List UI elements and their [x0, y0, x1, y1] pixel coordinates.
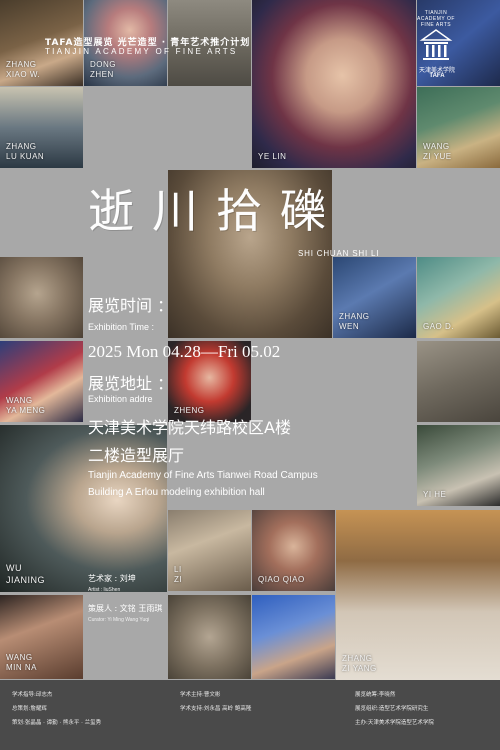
address-label-cn: 展览地址 ：	[88, 374, 174, 393]
artist-caption: WANG YA MENG	[6, 396, 45, 416]
artist-name: WEN	[339, 322, 360, 331]
artist-caption: WU JIANING	[6, 562, 45, 586]
curator-credit: 策展人 : 文铭 王雨琪	[88, 604, 163, 613]
artist-caption: GAO D.	[423, 322, 454, 332]
artist-caption: ZHANG ZI YANG	[342, 654, 377, 674]
artwork-portrait-gao: GAO D.	[417, 257, 500, 338]
artist-name: JIANING	[6, 575, 46, 585]
artwork-portrait-yi-he: YI HE	[417, 425, 500, 506]
artist-name: ZI YANG	[342, 664, 377, 673]
footer-credit: 学术指导:邱志杰	[12, 692, 53, 698]
artist-caption: YI HE	[423, 490, 446, 500]
artist-name: YI HE	[423, 490, 447, 499]
artist-credit: 艺术家 : 刘坤	[88, 574, 136, 583]
artist-name: ZHANG	[342, 654, 373, 663]
footer-credits: 学术指导:邱志杰 总策划:詹耀辉 策划:张晶晶 · 谭勤 · 熊永平 · 兰玺秀…	[0, 680, 500, 750]
artist-name: LU KUAN	[6, 152, 45, 161]
artist-credit-en: Artist : liuShen	[88, 587, 121, 593]
artist-name: WANG	[6, 396, 33, 405]
logo-abbr: TAFA	[429, 73, 445, 79]
footer-credit: 总策划:詹耀辉	[12, 706, 47, 712]
artist-name: ZHANG	[6, 142, 37, 151]
artwork-portrait-qiao-qiao: QIAO QIAO	[252, 510, 335, 591]
footer-credit: 主办:天津美术学院造型艺术学院	[355, 720, 434, 726]
artist-caption: ZHANG WEN	[339, 312, 370, 332]
academy-building-icon	[419, 29, 453, 60]
artwork-portrait-zhang-wen: ZHANG WEN	[333, 257, 416, 338]
artist-name: ZI	[174, 575, 183, 584]
artist-caption: DONG ZHEN	[90, 60, 116, 80]
artist-name: XIAO W.	[6, 70, 41, 79]
address-en-line2: Building A Erlou modeling exhibition hal…	[88, 487, 265, 498]
footer-credit: 学术主持:曹文彬	[180, 692, 221, 698]
artist-caption: ZHANG XIAO W.	[6, 60, 40, 80]
artist-caption: YE LIN	[258, 152, 286, 162]
footer-credit: 展览统筹:李晓然	[355, 692, 396, 698]
artist-name: LI	[174, 565, 182, 574]
artist-name: ZHANG	[339, 312, 370, 321]
artwork-portrait-zhang-zi-yang: ZHANG ZI YANG	[336, 510, 500, 680]
artwork-sculpture-profile	[417, 341, 500, 422]
artist-name: YE LIN	[258, 152, 287, 161]
artwork-sculpture-bust	[0, 257, 83, 338]
artist-name: ZHEN	[90, 70, 114, 79]
tafa-logo: TIANJIN ACADEMY OF FINE ARTS 天津美术学院 TAFA	[410, 10, 462, 80]
series-title-en: TIANJIN ACADEMY OF FINE ARTS	[45, 47, 238, 56]
time-label-cn: 展览时间 ：	[88, 296, 174, 315]
artist-caption: WANG ZI YUE	[423, 142, 452, 162]
artist-name: QIAO QIAO	[258, 575, 305, 584]
artwork-portrait-wang-ya-meng: WANG YA MENG	[0, 341, 83, 422]
artist-caption: WANG MIN NA	[6, 653, 37, 673]
artist-name: WU	[6, 563, 22, 573]
artist-caption: QIAO QIAO	[258, 575, 305, 585]
footer-credit: 策划:张晶晶 · 谭勤 · 熊永平 · 兰玺秀	[12, 720, 102, 726]
footer-credit: 展览组织:造型艺术学院研究生	[355, 706, 429, 712]
address-en-line1: Tianjin Academy of Fine Arts Tianwei Roa…	[88, 470, 318, 481]
artwork-portrait-zhang-lu-kuan: ZHANG LU KUAN	[0, 87, 83, 168]
artist-name: MIN NA	[6, 663, 37, 672]
artist-name: DONG	[90, 60, 116, 69]
artist-name: ZHANG	[6, 60, 37, 69]
artist-name: ZI YUE	[423, 152, 452, 161]
artist-name: YA MENG	[6, 406, 46, 415]
curator-credit-en: Curator: Yi Ming Wang Yuqi	[88, 617, 150, 623]
exhibition-poster: ZHANG XIAO W. DONG ZHEN YE LIN ZHANG LU …	[0, 0, 500, 750]
exhibition-title-cn: 逝川拾礫	[88, 184, 344, 238]
artwork-portrait-li-zi: LI ZI	[168, 510, 251, 591]
address-label-en: Exhibition addre	[88, 394, 153, 404]
artwork-portrait-blue-window	[252, 595, 335, 679]
footer-credit: 学术支持:刘永昌 高岭 鲍高隆	[180, 706, 252, 712]
exhibition-title-en: SHI CHUAN SHI LI	[298, 249, 380, 258]
artwork-portrait-wang-zi-yue: WANG ZI YUE	[417, 87, 500, 168]
time-label-en: Exhibition Time :	[88, 322, 155, 332]
artist-name: WANG	[423, 142, 450, 151]
artist-caption: LI ZI	[174, 565, 182, 585]
artwork-sculpture-small	[168, 595, 251, 679]
address-cn-line2: 二楼造型展厅	[88, 446, 185, 465]
artist-name: WANG	[6, 653, 33, 662]
artwork-portrait-ye-lin: YE LIN	[252, 0, 416, 168]
artist-caption: ZHANG LU KUAN	[6, 142, 44, 162]
exhibition-dates: 2025 Mon 04.28—Fri 05.02	[88, 342, 281, 361]
artwork-portrait-wang-min-na: WANG MIN NA	[0, 595, 83, 679]
address-cn-line1: 天津美术学院天纬路校区A楼	[88, 418, 291, 437]
artist-name: GAO D.	[423, 322, 455, 331]
